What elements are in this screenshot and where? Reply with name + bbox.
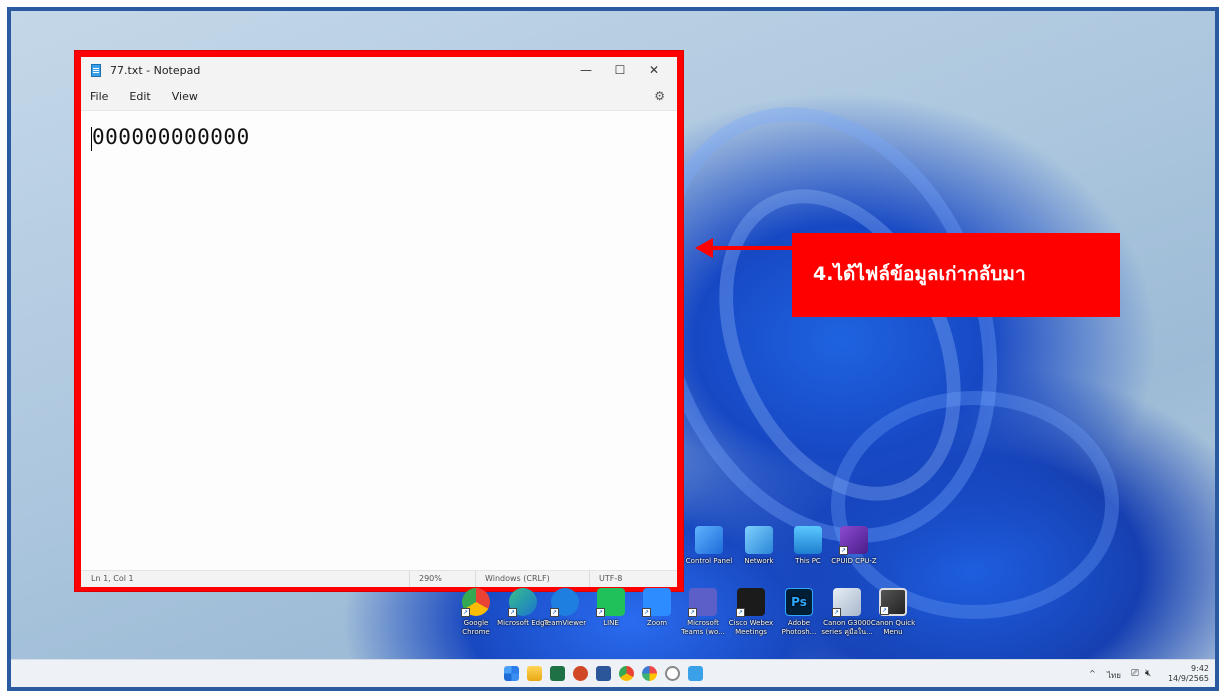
text-editor[interactable]: 000000000000 — [81, 111, 677, 570]
edge-icon: ↗ — [508, 588, 537, 617]
desktop-icon-label: Canon Quick Menu — [870, 619, 916, 636]
word-icon[interactable] — [596, 666, 611, 681]
menu-edit[interactable]: Edit — [129, 90, 150, 103]
desktop-icon-cpuz[interactable]: ↗ CPUID CPU-Z — [828, 526, 880, 566]
notepad-icon[interactable] — [688, 666, 703, 681]
webex-icon: ↗ — [736, 588, 765, 617]
status-position: Ln 1, Col 1 — [91, 574, 134, 583]
desktop-icon-network[interactable]: Network — [733, 526, 785, 566]
desktop-icon-teamviewer[interactable]: ↗ TeamViewer — [539, 588, 591, 628]
desktop-icon-teams[interactable]: ↗ Microsoft Teams (wo... — [677, 588, 729, 637]
canon-manual-icon: ↗ — [832, 588, 861, 617]
status-encoding: UTF-8 — [599, 574, 623, 583]
editor-content[interactable]: 000000000000 — [92, 125, 250, 149]
minimize-button[interactable]: — — [569, 57, 603, 83]
clock-date[interactable]: 14/9/2565 — [1161, 674, 1209, 683]
desktop-icon-label: Zoom — [646, 619, 668, 627]
clock-icon[interactable] — [665, 666, 680, 681]
network-icon — [745, 526, 773, 554]
this-pc-icon — [794, 526, 822, 554]
desktop-icon-label: Google Chrome — [462, 619, 490, 636]
desktop-icon-label: TeamViewer — [543, 619, 587, 627]
clock-time[interactable]: 9:42 — [1181, 664, 1209, 673]
paint-icon[interactable] — [642, 666, 657, 681]
teamviewer-icon: ↗ — [550, 588, 579, 617]
canon-quick-menu-icon: ↗ — [879, 588, 907, 616]
menu-bar: File Edit View ⚙ — [81, 83, 677, 111]
taskbar: ^ ไทย ⎚ 🔇︎ 9:42 14/9/2565 — [11, 659, 1215, 687]
photoshop-icon: Ps — [785, 588, 813, 616]
desktop-icon-label: LINE — [603, 619, 619, 627]
status-line-ending: Windows (CRLF) — [485, 574, 550, 583]
speaker-muted-icon[interactable]: 🔇︎ — [1145, 668, 1151, 679]
desktop-icon-label: Cisco Webex Meetings — [728, 619, 774, 636]
network-icon[interactable]: ⎚ — [1131, 668, 1139, 679]
control-panel-icon — [695, 526, 723, 554]
desktop-icon-label: Microsoft Teams (wo... — [681, 619, 725, 636]
desktop-icon-label: Canon G3000 series คู่มือใน... — [821, 619, 873, 636]
zoom-icon: ↗ — [642, 588, 671, 617]
callout-arrow-line — [711, 246, 793, 250]
desktop-icon-webex[interactable]: ↗ Cisco Webex Meetings — [725, 588, 777, 637]
notepad-window[interactable]: 77.txt - Notepad — ☐ ✕ File Edit View ⚙ … — [75, 51, 683, 591]
desktop-icon-this-pc[interactable]: This PC — [782, 526, 834, 566]
desktop-icon-chrome[interactable]: ↗ Google Chrome — [450, 588, 502, 637]
desktop-icon-photoshop[interactable]: Ps Adobe Photosh... — [773, 588, 825, 637]
notepad-title-bar[interactable]: 77.txt - Notepad — ☐ ✕ — [81, 57, 677, 83]
start-icon[interactable] — [504, 666, 519, 681]
powerpoint-icon[interactable] — [573, 666, 588, 681]
desktop-icon-canon-manual[interactable]: ↗ Canon G3000 series คู่มือใน... — [821, 588, 873, 637]
maximize-button[interactable]: ☐ — [603, 57, 637, 83]
desktop-icon-label: Control Panel — [685, 557, 733, 565]
teams-icon: ↗ — [688, 588, 717, 617]
gear-icon[interactable]: ⚙ — [654, 89, 665, 103]
file-explorer-icon[interactable] — [527, 666, 542, 681]
desktop-icon-label: Adobe Photosh... — [781, 619, 817, 636]
desktop-icon-label: This PC — [795, 557, 821, 565]
status-zoom: 290% — [419, 574, 442, 583]
status-bar: Ln 1, Col 1 290% Windows (CRLF) UTF-8 — [81, 570, 677, 587]
chrome-icon: ↗ — [461, 588, 490, 617]
desktop-icon-canon-quick-menu[interactable]: ↗ Canon Quick Menu — [867, 588, 919, 637]
outer-frame: 77.txt - Notepad — ☐ ✕ File Edit View ⚙ … — [7, 7, 1219, 691]
excel-icon[interactable] — [550, 666, 565, 681]
chrome-icon[interactable] — [619, 666, 634, 681]
menu-view[interactable]: View — [172, 90, 198, 103]
desktop-icon-line[interactable]: ↗ LINE — [585, 588, 637, 628]
menu-file[interactable]: File — [90, 90, 108, 103]
tray-chevron-icon[interactable]: ^ — [1089, 669, 1096, 678]
desktop-icon-label: CPUID CPU-Z — [831, 557, 877, 565]
callout-box: 4.ได้ไฟล์ข้อมูลเก่ากลับมา — [792, 233, 1120, 317]
desktop-icon-control-panel[interactable]: Control Panel — [683, 526, 735, 566]
desktop-icon-label: Network — [744, 557, 774, 565]
notepad-icon — [91, 63, 101, 77]
line-icon: ↗ — [596, 588, 625, 617]
window-title: 77.txt - Notepad — [110, 63, 201, 77]
cpuz-icon: ↗ — [839, 526, 868, 555]
desktop: 77.txt - Notepad — ☐ ✕ File Edit View ⚙ … — [11, 11, 1215, 687]
wallpaper-bloom-right — [831, 391, 1119, 619]
close-button[interactable]: ✕ — [637, 57, 671, 83]
language-indicator[interactable]: ไทย — [1107, 669, 1121, 682]
desktop-icon-zoom[interactable]: ↗ Zoom — [631, 588, 683, 628]
